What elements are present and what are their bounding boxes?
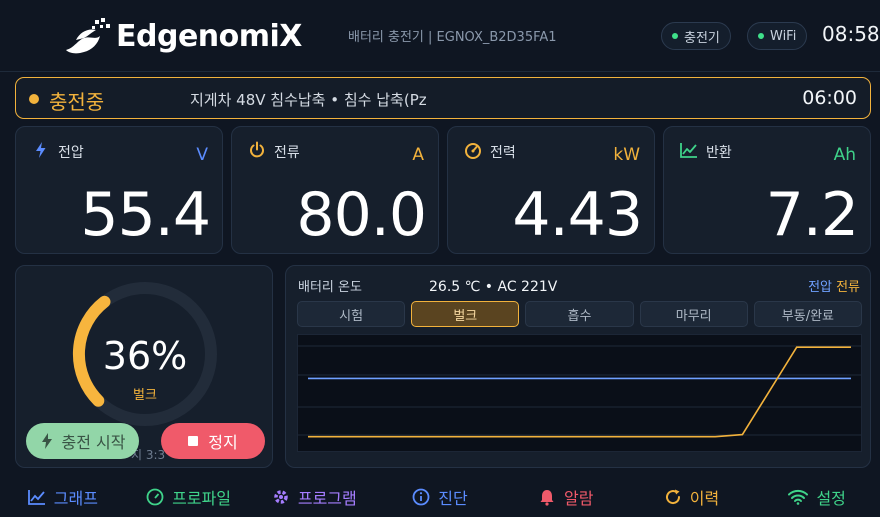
- wifi-status-pill[interactable]: WiFi: [747, 22, 808, 50]
- bell-icon: [540, 490, 554, 506]
- charge-mode: 벌크: [133, 388, 157, 403]
- battery-chart-panel: 배터리 온도 26.5 ℃ • AC 221V 전압 전류 시험 벌크 흡수 마…: [285, 265, 871, 468]
- nav-label: 프로파일: [172, 489, 232, 508]
- charge-graph-svg: [298, 345, 861, 438]
- nav-label: 프로그램: [297, 489, 357, 508]
- status-dot-icon: [672, 33, 678, 39]
- tab-finish[interactable]: 마무리: [639, 301, 748, 327]
- nav-item-history[interactable]: 이력: [629, 477, 755, 517]
- bolt-icon: [32, 141, 50, 159]
- nav-item-program[interactable]: 프로그램: [251, 477, 377, 517]
- metric-label: 전류: [274, 145, 300, 161]
- history-icon: [665, 489, 680, 505]
- gear-icon: [274, 490, 288, 504]
- status-dot-icon: [758, 33, 764, 39]
- charge-graph: [297, 334, 862, 452]
- nav-item-alarm[interactable]: 알람: [503, 477, 629, 517]
- info-icon: [412, 488, 430, 506]
- start-charge-label: 충전 시작: [61, 433, 126, 452]
- nav-label: 알람: [564, 489, 594, 508]
- metric-label: 전압: [58, 145, 84, 161]
- charger-pill-label: 충전기: [684, 30, 720, 46]
- charge-stage-tabs: 시험 벌크 흡수 마무리 부동/완료: [297, 301, 863, 327]
- wifi-icon: [788, 489, 809, 505]
- wifi-pill-label: WiFi: [770, 28, 797, 44]
- clock: 08:58: [822, 22, 880, 46]
- nav-label: 그래프: [53, 489, 98, 508]
- nav-label: 설정: [816, 489, 846, 508]
- charger-status-pill[interactable]: 충전기: [661, 22, 731, 50]
- metric-value: 4.43: [512, 180, 643, 250]
- legend-current[interactable]: 전류: [836, 276, 860, 295]
- metric-card-returned-ah: 반환 Ah 7.2: [663, 126, 871, 254]
- bottom-nav: 그래프 프로파일 프로그램 진단 알람 이력 설정: [0, 477, 880, 517]
- metric-value: 7.2: [765, 180, 859, 250]
- stop-label: 정지: [208, 433, 238, 452]
- chart-panel-title: 배터리 온도: [298, 280, 362, 295]
- nav-label: 진단: [438, 489, 468, 508]
- metric-label: 전력: [490, 145, 516, 161]
- bolt-icon: [41, 433, 52, 449]
- start-charge-button[interactable]: 충전 시작: [26, 423, 139, 459]
- tab-absorption[interactable]: 흡수: [525, 301, 634, 327]
- battery-profile-description: 지게차 48V 침수납축 • 침수 납축(Pz: [190, 91, 427, 109]
- brand-name: EdgenomiX: [116, 18, 302, 54]
- charge-gauge-panel: 36% 벌크 지 3:3 충전 시작 정지: [15, 265, 273, 468]
- metric-value: 80.0: [296, 180, 427, 250]
- gauge-icon: [464, 141, 482, 159]
- metric-unit: A: [412, 145, 424, 165]
- legend-voltage[interactable]: 전압: [808, 276, 832, 295]
- nav-item-diagnostics[interactable]: 진단: [377, 477, 503, 517]
- metric-unit: Ah: [833, 145, 856, 165]
- metric-card-power: 전력 kW 4.43: [447, 126, 655, 254]
- metric-unit: V: [196, 145, 208, 165]
- charging-status-bar: 충전중 지게차 48V 침수납축 • 침수 납축(Pz 06:00: [15, 77, 871, 119]
- metric-unit: kW: [613, 145, 640, 165]
- charge-percent: 36%: [102, 334, 188, 378]
- nav-label: 이력: [689, 489, 720, 508]
- elapsed-time: 06:00: [802, 87, 857, 109]
- current-series-line: [308, 346, 851, 438]
- stop-button[interactable]: 정지: [161, 423, 265, 459]
- metric-value: 55.4: [80, 180, 211, 250]
- power-icon: [248, 141, 266, 159]
- nav-item-graph[interactable]: 그래프: [0, 477, 126, 517]
- tab-test[interactable]: 시험: [297, 301, 406, 327]
- temperature-ac-readout: 26.5 ℃ • AC 221V: [429, 279, 558, 295]
- brand-logo: EdgenomiX: [62, 14, 302, 58]
- speed-icon: [146, 488, 164, 506]
- tab-float-complete[interactable]: 부동/완료: [753, 301, 863, 327]
- metric-card-voltage: 전압 V 55.4: [15, 126, 223, 254]
- nav-item-profile[interactable]: 프로파일: [126, 477, 252, 517]
- stop-square-icon: [188, 436, 199, 446]
- trend-icon: [680, 141, 698, 159]
- status-dot-icon: [29, 94, 39, 104]
- metric-label: 반환: [706, 145, 732, 161]
- tab-bulk[interactable]: 벌크: [411, 301, 520, 327]
- status-label: 충전중: [49, 90, 105, 114]
- chart-icon: [27, 490, 45, 505]
- device-subtitle: 배터리 충전기 | EGNOX_B2D35FA1: [348, 30, 557, 45]
- metric-card-current: 전류 A 80.0: [231, 126, 439, 254]
- nav-item-settings[interactable]: 설정: [754, 477, 880, 517]
- logo-mark-icon: [62, 14, 114, 58]
